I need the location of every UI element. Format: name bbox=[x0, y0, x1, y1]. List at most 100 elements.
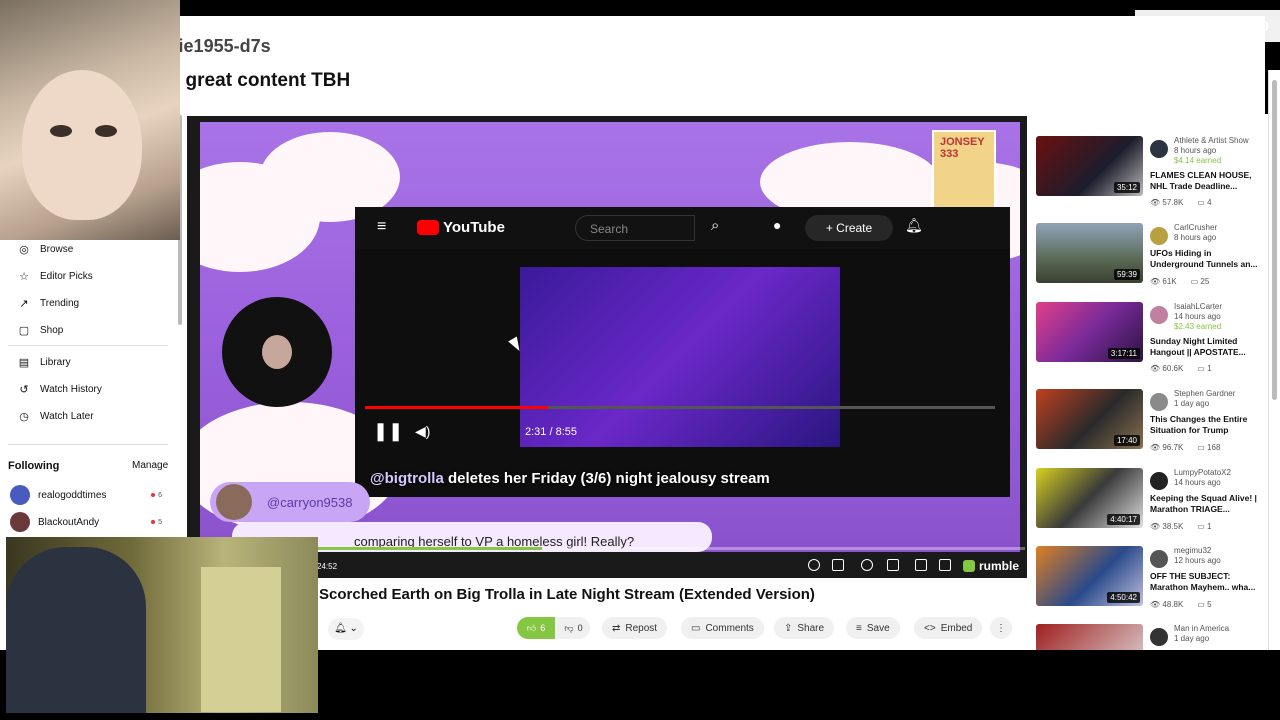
sidebar-item-label: Shop bbox=[40, 325, 64, 336]
channel-name[interactable]: IsaiahLCarter bbox=[1174, 302, 1222, 311]
avatar[interactable] bbox=[1150, 472, 1168, 490]
video-title[interactable]: FLAMES CLEAN HOUSE, NHL Trade Deadline..… bbox=[1150, 170, 1262, 192]
channel-name[interactable]: Athlete & Artist Show bbox=[1174, 136, 1249, 145]
create-button: + Create bbox=[805, 215, 893, 241]
webcam-overlay-top bbox=[0, 0, 180, 240]
recommendation-item[interactable]: 35:12 Athlete & Artist Show 8 hours ago … bbox=[1036, 136, 1264, 208]
channel-name[interactable]: LumpyPotatoX2 bbox=[1174, 468, 1231, 477]
page-scrollbar[interactable] bbox=[1268, 70, 1280, 650]
caption-text: deletes her Friday (3/6) night jealousy … bbox=[447, 470, 770, 487]
manage-following-link[interactable]: Manage bbox=[132, 460, 168, 471]
video-duration: 4:40:17 bbox=[1107, 514, 1140, 525]
repost-icon: ⇄ bbox=[612, 622, 621, 634]
comments-count: ▭ 1 bbox=[1197, 522, 1212, 531]
video-title[interactable]: UFOs Hiding in Underground Tunnels an... bbox=[1150, 248, 1262, 270]
autoplay-toggle-icon[interactable] bbox=[861, 559, 873, 571]
views-count: 👁︎ 61K bbox=[1150, 277, 1177, 286]
pause-icon: ❚❚ bbox=[373, 421, 404, 441]
video-thumbnail[interactable] bbox=[1036, 624, 1143, 650]
dislike-button[interactable]: 👎︎ 0 bbox=[557, 617, 590, 639]
search-icon: ⌕ bbox=[711, 217, 720, 234]
comments-count: ▭ 25 bbox=[1190, 277, 1210, 286]
video-thumbnail[interactable]: 59:39 bbox=[1036, 223, 1143, 283]
bell-icon: 🔔︎ ⌄ bbox=[334, 623, 358, 634]
recommendation-item[interactable]: 17:40 Stephen Gardner 1 day ago This Cha… bbox=[1036, 389, 1264, 461]
page-scrollbar-thumb[interactable] bbox=[1272, 80, 1277, 400]
sidebar-item-watch-history[interactable]: ↺ Watch History bbox=[18, 383, 101, 396]
repost-button[interactable]: ⇄ Repost bbox=[602, 617, 668, 639]
video-title[interactable]: Sunday Night Limited Hangout || APOSTATE… bbox=[1150, 336, 1262, 358]
video-title[interactable]: This Changes the Entire Situation for Tr… bbox=[1150, 414, 1262, 436]
youtube-logo: YouTube bbox=[417, 219, 505, 236]
notification-bell-button[interactable]: 🔔︎ ⌄ bbox=[328, 618, 364, 640]
upload-time: 8 hours ago bbox=[1174, 146, 1217, 155]
embedded-video bbox=[520, 267, 840, 447]
following-item[interactable]: realogoddtimes 6 bbox=[10, 485, 162, 505]
rumble-logo[interactable]: rumble bbox=[962, 559, 1019, 573]
avatar[interactable] bbox=[1150, 628, 1168, 646]
video-thumbnail[interactable]: 4:40:17 bbox=[1036, 468, 1143, 528]
share-button[interactable]: ⇪ Share bbox=[774, 617, 835, 639]
embed-icon: <> bbox=[924, 622, 936, 634]
sidebar-item-library[interactable]: ▤ Library bbox=[18, 356, 71, 369]
views-count: 👁︎ 57.8K bbox=[1150, 198, 1184, 207]
sidebar-item-browse[interactable]: ◎ Browse bbox=[18, 243, 73, 256]
video-thumbnail[interactable]: 17:40 bbox=[1036, 389, 1143, 449]
earnings-label: $4.14 earned bbox=[1174, 156, 1222, 165]
fullscreen-icon[interactable] bbox=[939, 559, 951, 571]
embed-button[interactable]: <> Embed bbox=[914, 617, 983, 639]
video-title[interactable]: Keeping the Squad Alive! | Marathon TRIA… bbox=[1150, 493, 1262, 515]
like-button[interactable]: 👍︎ 6 bbox=[517, 617, 555, 639]
recommendation-item[interactable]: 4:50:42 megimu32 12 hours ago OFF THE SU… bbox=[1036, 546, 1264, 618]
sidebar-item-watch-later[interactable]: ◷ Watch Later bbox=[18, 410, 94, 423]
more-options-button[interactable]: ⋮ bbox=[990, 617, 1012, 639]
following-item[interactable]: BlackoutAndy 5 bbox=[10, 512, 162, 532]
caption-mention: @bigtrolla bbox=[370, 470, 444, 487]
rumble-icon bbox=[962, 560, 975, 572]
upload-time: 14 hours ago bbox=[1174, 312, 1221, 321]
avatar bbox=[216, 484, 252, 520]
video-thumbnail[interactable]: 35:12 bbox=[1036, 136, 1143, 196]
history-icon: ↺ bbox=[19, 384, 29, 396]
recommendation-item[interactable]: 3:17:11 IsaiahLCarter 14 hours ago $2.43… bbox=[1036, 302, 1264, 374]
save-button[interactable]: ≡ Save bbox=[846, 617, 900, 639]
streamer-avatar bbox=[222, 297, 332, 407]
theater-icon[interactable] bbox=[915, 559, 927, 571]
sidebar-item-label: Editor Picks bbox=[40, 271, 93, 282]
captions-icon[interactable] bbox=[832, 559, 844, 571]
player-progress-bar[interactable] bbox=[315, 547, 1025, 550]
avatar[interactable] bbox=[1150, 140, 1168, 158]
recommendation-item[interactable]: Man in America 1 day ago bbox=[1036, 624, 1264, 650]
video-thumbnail[interactable]: 3:17:11 bbox=[1036, 302, 1143, 362]
avatar[interactable] bbox=[1150, 393, 1168, 411]
upload-time: 1 day ago bbox=[1174, 399, 1210, 408]
video-thumbnail[interactable]: 4:50:42 bbox=[1036, 546, 1143, 606]
recommendation-item[interactable]: 4:40:17 LumpyPotatoX2 14 hours ago Keepi… bbox=[1036, 468, 1264, 540]
comments-count: ▭ 168 bbox=[1197, 443, 1221, 452]
player-controls: 24:52 rumble bbox=[315, 547, 1025, 577]
sidebar-divider bbox=[8, 444, 168, 445]
settings-icon[interactable] bbox=[808, 559, 820, 571]
youtube-play-icon bbox=[417, 220, 439, 235]
miniplayer-icon[interactable] bbox=[887, 559, 899, 571]
comments-button[interactable]: ▭ Comments bbox=[681, 617, 764, 639]
channel-name[interactable]: CarlCrusher bbox=[1174, 223, 1217, 232]
sidebar-item-label: Watch Later bbox=[40, 411, 94, 422]
channel-name[interactable]: Man in America bbox=[1174, 624, 1229, 633]
channel-name[interactable]: megimu32 bbox=[1174, 546, 1211, 555]
views-count: 👁︎ 60.6K bbox=[1150, 364, 1184, 373]
library-icon: ▤ bbox=[18, 357, 30, 369]
sidebar-item-editor-picks[interactable]: ☆ Editor Picks bbox=[18, 270, 93, 283]
video-title[interactable]: OFF THE SUBJECT: Marathon Mayhem.. wha..… bbox=[1150, 571, 1262, 593]
sidebar-item-shop[interactable]: ▢ Shop bbox=[18, 324, 64, 337]
avatar bbox=[10, 512, 30, 532]
webcam-eye bbox=[95, 125, 117, 137]
recommendation-item[interactable]: 59:39 CarlCrusher 8 hours ago UFOs Hidin… bbox=[1036, 223, 1264, 295]
sidebar-item-label: Library bbox=[40, 357, 71, 368]
avatar[interactable] bbox=[1150, 227, 1168, 245]
sidebar-item-trending[interactable]: ↗ Trending bbox=[18, 297, 79, 310]
avatar[interactable] bbox=[1150, 550, 1168, 568]
video-duration: 35:12 bbox=[1113, 182, 1140, 193]
channel-name[interactable]: Stephen Gardner bbox=[1174, 389, 1235, 398]
avatar[interactable] bbox=[1150, 306, 1168, 324]
